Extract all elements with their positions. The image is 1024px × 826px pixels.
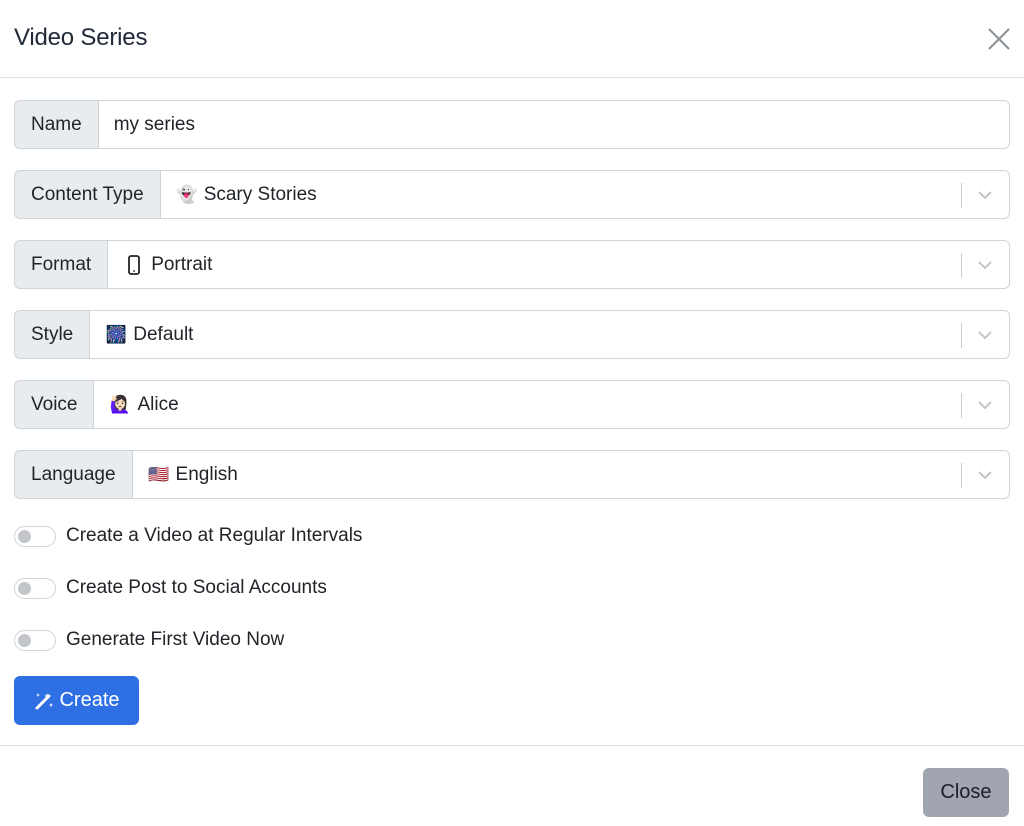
- content-type-group: Content Type 👻 Scary Stories: [14, 170, 1010, 219]
- language-group: Language 🇺🇸 English: [14, 450, 1010, 499]
- name-input[interactable]: my series: [97, 100, 1010, 149]
- select-separator: [961, 393, 962, 418]
- name-label: Name: [14, 100, 98, 149]
- select-separator: [961, 323, 962, 348]
- modal-footer: Close: [0, 745, 1024, 826]
- select-separator: [961, 463, 962, 488]
- toggle-generate-first: Generate First Video Now: [14, 627, 284, 653]
- fireworks-icon: 🎆: [105, 324, 127, 344]
- chevron-down-icon[interactable]: [975, 257, 995, 273]
- language-label: Language: [14, 450, 132, 499]
- voice-value: Alice: [137, 393, 179, 415]
- woman-raising-hand-icon: 🙋🏻‍♀️: [109, 394, 132, 414]
- voice-group: Voice 🙋🏻‍♀️ Alice: [14, 380, 1010, 429]
- select-separator: [961, 183, 962, 208]
- generate-first-label: Generate First Video Now: [66, 629, 285, 650]
- toggle-regular-intervals: Create a Video at Regular Intervals: [14, 523, 362, 549]
- switch-knob: [18, 529, 31, 543]
- chevron-down-icon[interactable]: [975, 187, 995, 203]
- regular-intervals-label: Create a Video at Regular Intervals: [66, 525, 363, 546]
- name-input-group: Name my series: [14, 100, 1010, 149]
- social-post-switch[interactable]: [14, 577, 56, 599]
- style-group: Style 🎆 Default: [14, 310, 1010, 359]
- close-icon[interactable]: [986, 26, 1012, 52]
- switch-knob: [18, 633, 31, 647]
- voice-label: Voice: [14, 380, 94, 429]
- content-type-select[interactable]: 👻 Scary Stories: [159, 170, 1010, 219]
- format-select[interactable]: Portrait: [107, 240, 1010, 289]
- language-select[interactable]: 🇺🇸 English: [131, 450, 1010, 499]
- social-post-label: Create Post to Social Accounts: [66, 577, 327, 598]
- format-group: Format Portrait: [14, 240, 1010, 289]
- style-label: Style: [14, 310, 90, 359]
- regular-intervals-switch[interactable]: [14, 525, 56, 547]
- generate-first-switch[interactable]: [14, 629, 56, 651]
- format-value: Portrait: [151, 253, 213, 275]
- name-value: my series: [113, 113, 195, 135]
- language-value: English: [175, 463, 238, 485]
- create-button[interactable]: Create: [14, 676, 139, 725]
- content-type-label: Content Type: [14, 170, 160, 219]
- ghost-icon: 👻: [176, 184, 198, 204]
- content-type-value: Scary Stories: [203, 183, 317, 205]
- chevron-down-icon[interactable]: [975, 397, 995, 413]
- modal-title: Video Series: [14, 24, 148, 51]
- phone-portrait-icon: [123, 254, 145, 275]
- create-label: Create: [59, 689, 120, 711]
- modal-header: Video Series: [0, 0, 1024, 78]
- us-flag-icon: 🇺🇸: [147, 464, 170, 484]
- toggle-social-post: Create Post to Social Accounts: [14, 575, 327, 601]
- magic-wand-icon: [35, 692, 54, 709]
- voice-select[interactable]: 🙋🏻‍♀️ Alice: [93, 380, 1010, 429]
- switch-knob: [18, 581, 31, 595]
- style-select[interactable]: 🎆 Default: [89, 310, 1010, 359]
- style-value: Default: [133, 323, 194, 345]
- format-label: Format: [14, 240, 108, 289]
- select-separator: [961, 253, 962, 278]
- chevron-down-icon[interactable]: [975, 467, 995, 483]
- close-button[interactable]: Close: [923, 768, 1009, 817]
- chevron-down-icon[interactable]: [975, 327, 995, 343]
